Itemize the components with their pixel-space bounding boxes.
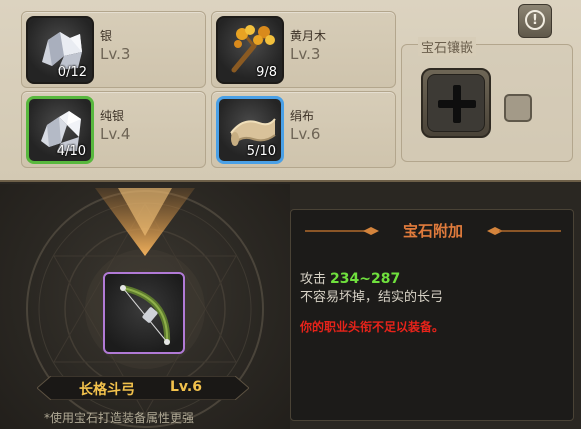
material-count: 9/8	[256, 65, 277, 80]
materials-panel: 0/12 银 Lv.3 9/8 黄月木 Lv.3 4/10 纯银 Lv.4 5/…	[0, 0, 581, 182]
equipment-slot[interactable]	[103, 272, 185, 354]
item-description: 不容易坏掉，结实的长弓	[300, 290, 444, 305]
yellow-moon-wood-icon: 9/8	[216, 16, 284, 84]
gem-checkbox[interactable]	[504, 94, 532, 122]
item-name-banner: 长格斗弓 Lv.6	[37, 376, 249, 400]
item-level: Lv.6	[170, 379, 202, 395]
attack-value: 234~287	[330, 271, 401, 287]
material-count: 0/12	[57, 65, 87, 80]
attack-label: 攻击	[300, 272, 327, 287]
pure-silver-ore-icon: 4/10	[26, 96, 94, 164]
item-name: 长格斗弓	[79, 382, 135, 398]
material-level: Lv.3	[100, 45, 131, 63]
material-name: 银	[100, 29, 113, 43]
silk-cloth-icon: 5/10	[216, 96, 284, 164]
material-count: 4/10	[56, 144, 86, 159]
material-name: 黄月木	[290, 29, 327, 43]
silver-ore-icon: 0/12	[26, 16, 94, 84]
attack-stat: 攻击 234~287	[300, 268, 400, 287]
tooltip-title: 宝石附加	[402, 222, 463, 240]
gem-inlay-title: 宝石镶嵌	[418, 37, 477, 56]
gem-slot-button[interactable]	[421, 68, 491, 138]
material-name: 绢布	[290, 109, 315, 123]
item-tooltip: 宝石附加 攻击 234~287 不容易坏掉，结实的长弓 你的职业头衔不足以装备。	[290, 209, 574, 421]
material-slot-silver[interactable]: 0/12 银 Lv.3	[21, 11, 206, 88]
requirement-warning: 你的职业头衔不足以装备。	[300, 320, 445, 334]
material-slot-pure-silver[interactable]: 4/10 纯银 Lv.4	[21, 91, 206, 168]
info-icon: !	[525, 10, 545, 30]
longbow-icon	[120, 285, 171, 345]
material-name: 纯银	[100, 109, 125, 123]
material-slot-yellow-moon-wood[interactable]: 9/8 黄月木 Lv.3	[211, 11, 396, 88]
material-level: Lv.3	[290, 45, 321, 63]
material-level: Lv.4	[100, 125, 131, 143]
material-level: Lv.6	[290, 125, 321, 143]
info-button[interactable]: !	[518, 4, 552, 38]
plus-icon	[427, 74, 485, 132]
material-slot-silk-cloth[interactable]: 5/10 绢布 Lv.6	[211, 91, 396, 168]
material-count: 5/10	[246, 144, 276, 159]
hint-text: *使用宝石打造装备属性更强	[44, 411, 195, 425]
